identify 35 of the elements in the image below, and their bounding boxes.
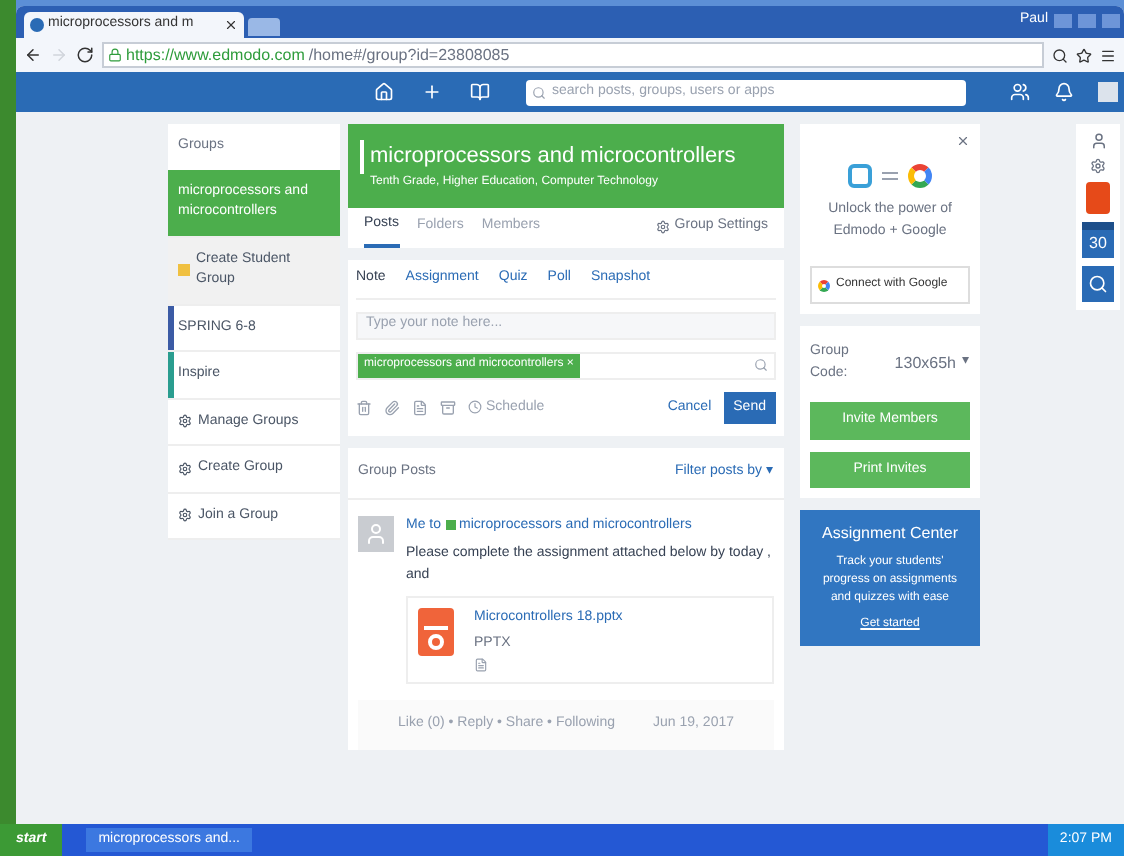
menu-icon[interactable] [1100, 47, 1116, 63]
search-icon [532, 85, 546, 99]
search-icon [754, 358, 768, 372]
gear-icon [178, 508, 192, 523]
gear-icon [178, 414, 192, 429]
search-document-icon[interactable] [1082, 266, 1114, 302]
lock-icon [108, 48, 122, 62]
calendar-icon[interactable]: 30 [1082, 222, 1114, 258]
document-icon[interactable] [412, 399, 428, 416]
archive-icon[interactable] [440, 399, 456, 416]
gear-icon [178, 461, 192, 476]
logos-drawing [848, 164, 932, 188]
book-icon[interactable] [470, 82, 490, 102]
people-icon[interactable] [1010, 82, 1030, 102]
clock-icon [468, 400, 482, 415]
trash-icon[interactable] [356, 399, 372, 416]
site-icon [30, 18, 44, 32]
close-icon[interactable] [224, 18, 238, 32]
bell-icon[interactable] [1054, 82, 1074, 102]
gear-icon[interactable] [1090, 158, 1106, 174]
gear-icon [656, 220, 671, 234]
group-title: microprocessors and microcontrollers [360, 140, 772, 173]
back-icon[interactable] [24, 46, 42, 64]
reload-icon[interactable] [76, 46, 94, 64]
presentation-file-icon [418, 608, 454, 656]
plus-icon[interactable] [422, 82, 442, 102]
assignment-title: Assignment Center [821, 522, 959, 546]
home-icon[interactable] [374, 82, 394, 102]
bookmark-icon[interactable] [1076, 47, 1092, 63]
group-code: 130x65h [894, 351, 956, 375]
document-icon[interactable] [474, 658, 488, 672]
person-icon[interactable] [1089, 132, 1107, 150]
address-field[interactable]: https://www.edmodo.com /home#/group?id=23808085 [102, 42, 1044, 68]
zoom-icon[interactable] [1052, 47, 1068, 63]
paperclip-icon[interactable] [384, 399, 400, 416]
